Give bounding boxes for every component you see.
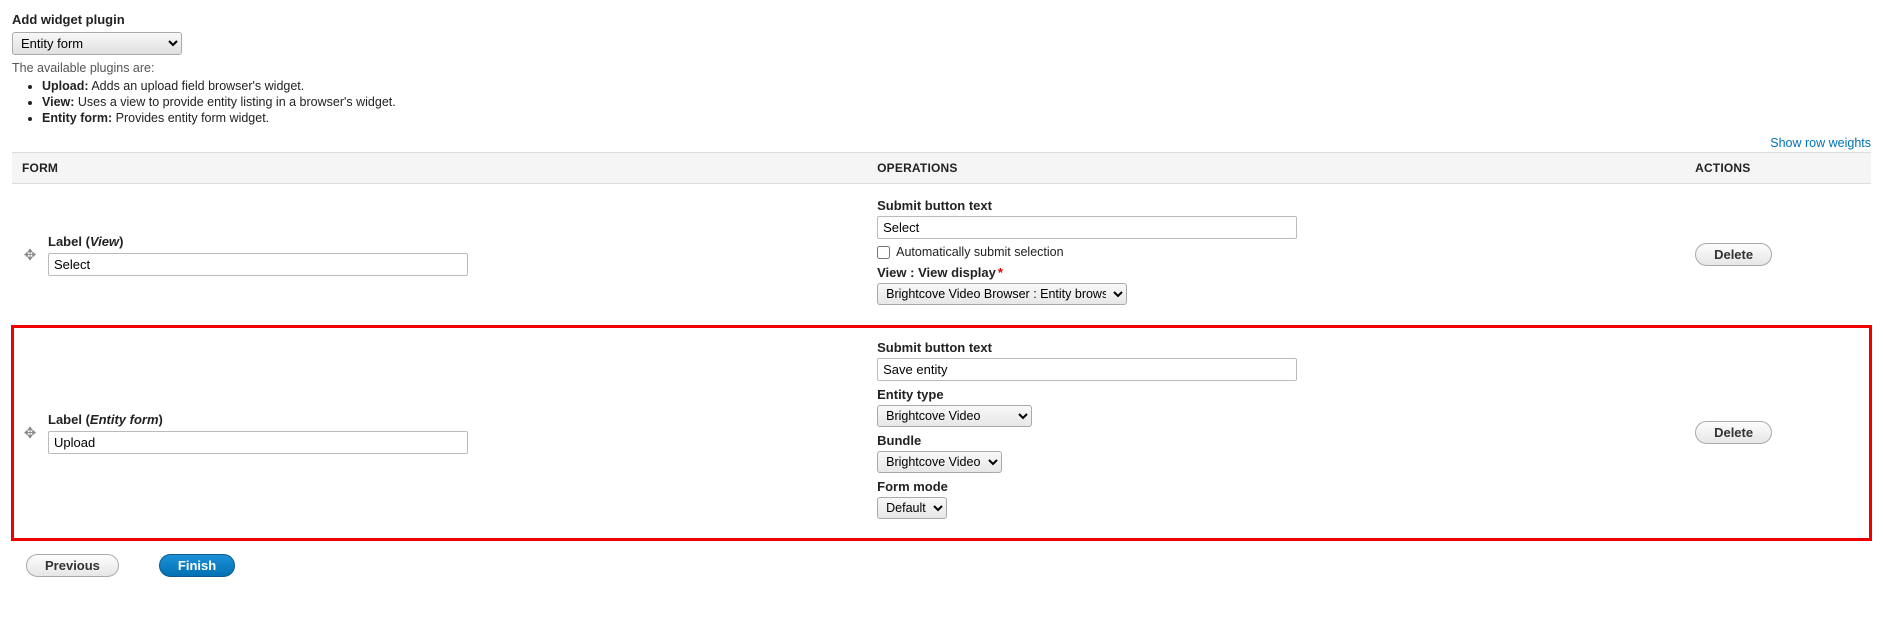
table-row: ✥ Label (Entity form) Submit button text — [12, 326, 1871, 540]
row2-label-input[interactable] — [48, 431, 468, 454]
list-item: View: Uses a view to provide entity list… — [42, 95, 1871, 109]
drag-handle-icon[interactable]: ✥ — [22, 424, 38, 442]
col-form-header: FORM — [12, 153, 867, 184]
list-item: Entity form: Provides entity form widget… — [42, 111, 1871, 125]
row1-submit-btn-text-input[interactable] — [877, 216, 1297, 239]
row2-form-mode-select[interactable]: Default — [877, 497, 947, 519]
row2-label-heading: Label (Entity form) — [48, 412, 857, 427]
plugin-list: Upload: Adds an upload field browser's w… — [42, 79, 1871, 125]
available-plugins-text: The available plugins are: — [12, 61, 1871, 75]
widgets-table: FORM OPERATIONS ACTIONS ✥ Label (View) — [12, 152, 1871, 540]
add-widget-plugin-label: Add widget plugin — [12, 12, 1871, 27]
row1-auto-submit-checkbox[interactable] — [877, 246, 890, 259]
row2-bundle-select[interactable]: Brightcove Video — [877, 451, 1002, 473]
col-operations-header: OPERATIONS — [867, 153, 1685, 184]
row1-submit-btn-text-label: Submit button text — [877, 198, 1675, 213]
row1-view-display-select[interactable]: Brightcove Video Browser : Entity browse… — [877, 283, 1127, 305]
row1-view-display-label: View : View display* — [877, 265, 1675, 280]
row2-delete-button[interactable]: Delete — [1695, 421, 1772, 444]
table-row: ✥ Label (View) Submit button text — [12, 184, 1871, 326]
row1-label-heading: Label (View) — [48, 234, 857, 249]
finish-button[interactable]: Finish — [159, 554, 235, 577]
row2-bundle-label: Bundle — [877, 433, 1675, 448]
row2-form-mode-label: Form mode — [877, 479, 1675, 494]
row1-delete-button[interactable]: Delete — [1695, 243, 1772, 266]
drag-handle-icon[interactable]: ✥ — [22, 246, 38, 264]
footer-actions: Previous Finish — [12, 554, 1871, 577]
show-row-weights-link[interactable]: Show row weights — [1770, 136, 1871, 150]
row2-entity-type-label: Entity type — [877, 387, 1675, 402]
list-item: Upload: Adds an upload field browser's w… — [42, 79, 1871, 93]
add-widget-plugin-select[interactable]: Entity form — [12, 32, 182, 55]
col-actions-header: ACTIONS — [1685, 153, 1871, 184]
row2-entity-type-select[interactable]: Brightcove Video — [877, 405, 1032, 427]
previous-button[interactable]: Previous — [26, 554, 119, 577]
row2-submit-btn-text-input[interactable] — [877, 358, 1297, 381]
row1-label-input[interactable] — [48, 253, 468, 276]
row2-submit-btn-text-label: Submit button text — [877, 340, 1675, 355]
row1-auto-submit-label: Automatically submit selection — [896, 245, 1063, 259]
